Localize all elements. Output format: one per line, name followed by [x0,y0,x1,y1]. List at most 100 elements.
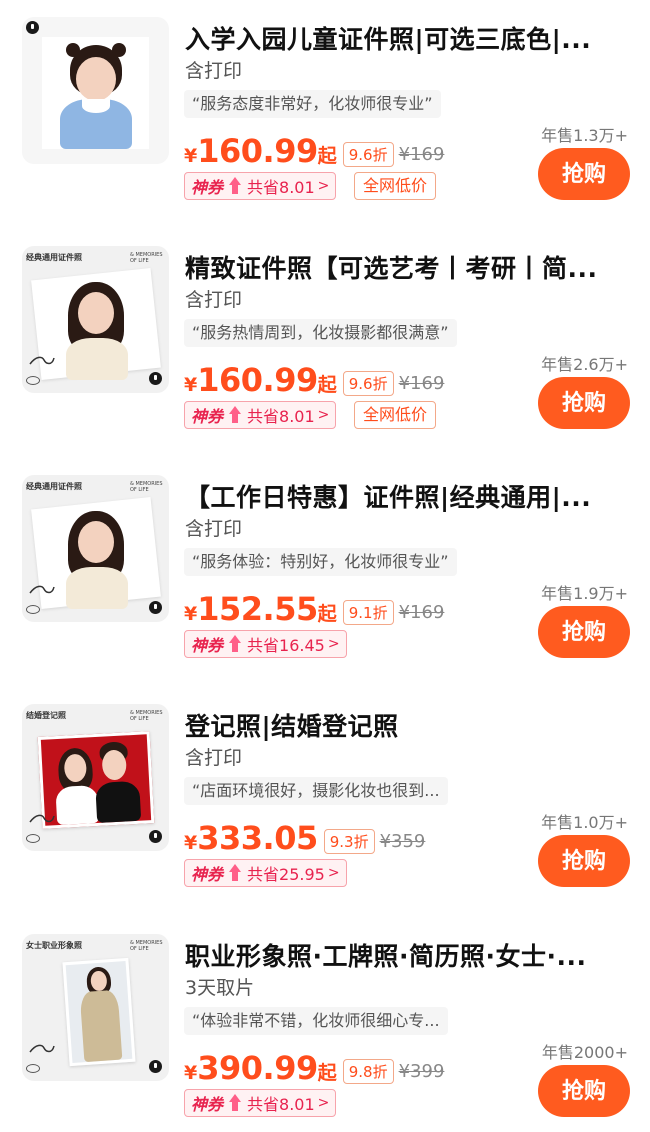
coupon-badge[interactable]: 神券 共省25.95 > [184,859,347,887]
currency-symbol: ¥ [184,145,198,167]
info-icon [149,372,162,385]
info-icon [26,21,39,34]
price-row: ¥ 160.99 起 9.6折 ¥169 [184,132,444,172]
product-title[interactable]: 登记照|结婚登记照 [185,707,625,743]
original-price: ¥399 [398,1060,445,1082]
price-suffix: 起 [317,1062,337,1084]
coupon-savings: 共省8.01 [247,178,315,197]
product-thumbnail[interactable] [22,17,169,164]
price-suffix: 起 [317,374,337,396]
buy-button[interactable]: 抢购 [538,835,630,887]
product-thumbnail[interactable]: 经典通用证件照 & MEMORIES OF LIFE [22,475,169,622]
signature-icon [29,585,55,594]
thumbnail-title: 经典通用证件照 [26,482,82,491]
coupon-label: 神券 [191,407,224,426]
chevron-right-icon: > [327,865,340,881]
info-icon [149,601,162,614]
price-suffix: 起 [317,603,337,625]
product-card[interactable]: 经典通用证件照 & MEMORIES OF LIFE 精致证件照【可选艺考丨考研… [0,229,650,429]
discount-badge: 9.6折 [342,370,394,396]
currency-symbol: ¥ [184,603,198,625]
review-snippet: “服务体验：特别好，化妆师很专业” [184,548,457,576]
signature-icon [29,814,55,823]
price-row: ¥ 152.55 起 9.1折 ¥169 [184,590,444,630]
price: 390.99 [197,1049,318,1087]
price-row: ¥ 160.99 起 9.6折 ¥169 [184,361,444,401]
studio-logo [26,834,40,843]
discount-badge: 9.6折 [342,141,394,167]
arrow-up-icon [227,864,242,882]
studio-logo [26,376,40,385]
discount-badge: 9.3折 [323,828,375,854]
review-snippet: “店面环境很好，摄影化妆也很到... [184,777,448,805]
product-title[interactable]: 入学入园儿童证件照|可选三底色|... [185,20,625,56]
currency-symbol: ¥ [184,374,198,396]
product-subtitle: 含打印 [185,60,243,82]
coupon-badge[interactable]: 神券 共省8.01 > [184,401,337,429]
buy-button[interactable]: 抢购 [538,606,630,658]
product-card[interactable]: 女士职业形象照 & MEMORIES OF LIFE 职业形象照·工牌照·简历照… [0,917,650,1117]
thumbnail-title: 经典通用证件照 [26,253,82,262]
lowest-price-badge: 全网低价 [354,401,437,429]
chevron-right-icon: > [317,407,330,423]
product-thumbnail[interactable]: 经典通用证件照 & MEMORIES OF LIFE [22,246,169,393]
coupon-savings: 共省8.01 [247,407,315,426]
thumbnail-subtitle: & MEMORIES OF LIFE [130,481,163,493]
product-thumbnail[interactable]: 结婚登记照 & MEMORIES OF LIFE [22,704,169,851]
review-snippet: “体验非常不错，化妆师很细心专... [184,1007,448,1035]
lowest-price-badge: 全网低价 [354,172,437,200]
photo-sheet [62,957,136,1067]
annual-sales: 年售2.6万+ [541,355,628,374]
thumbnail-subtitle: & MEMORIES OF LIFE [130,940,163,952]
annual-sales: 年售1.9万+ [541,584,628,603]
thumbnail-subtitle: & MEMORIES OF LIFE [130,252,163,264]
signature-icon [29,356,55,365]
coupon-savings: 共省25.95 [247,865,325,884]
original-price: ¥169 [398,601,445,623]
product-card[interactable]: 结婚登记照 & MEMORIES OF LIFE 登记照|结婚登记照 含打印 “… [0,687,650,887]
coupon-label: 神券 [191,636,224,655]
woman-portrait [62,282,132,382]
coupon-badge[interactable]: 神券 共省8.01 > [184,1089,337,1117]
coupon-badge[interactable]: 神券 共省16.45 > [184,630,347,658]
product-title[interactable]: 精致证件照【可选艺考丨考研丨简... [185,249,625,285]
chevron-right-icon: > [317,1095,330,1111]
price-row: ¥ 333.05 9.3折 ¥359 [184,819,425,859]
original-price: ¥169 [398,372,445,394]
discount-badge: 9.8折 [342,1058,394,1084]
product-title[interactable]: 职业形象照·工牌照·简历照·女士·... [185,937,625,973]
product-title[interactable]: 【工作日特惠】证件照|经典通用|... [185,478,625,514]
product-card[interactable]: 入学入园儿童证件照|可选三底色|... 含打印 “服务态度非常好，化妆师很专业”… [0,0,650,200]
studio-logo [26,1064,40,1073]
product-subtitle: 含打印 [185,518,243,540]
chevron-right-icon: > [317,178,330,194]
currency-symbol: ¥ [184,832,198,854]
product-subtitle: 含打印 [185,289,243,311]
arrow-up-icon [227,406,242,424]
annual-sales: 年售1.3万+ [541,126,628,145]
coupon-badge[interactable]: 神券 共省8.01 > [184,172,337,200]
product-thumbnail[interactable]: 女士职业形象照 & MEMORIES OF LIFE [22,934,169,1081]
price: 333.05 [197,819,318,857]
child-photo [42,37,149,149]
studio-logo [26,605,40,614]
thumbnail-title: 结婚登记照 [26,711,66,720]
woman-portrait [62,511,132,611]
arrow-up-icon [227,635,242,653]
price: 160.99 [197,132,318,170]
annual-sales: 年售2000+ [541,1043,628,1062]
product-card[interactable]: 经典通用证件照 & MEMORIES OF LIFE 【工作日特惠】证件照|经典… [0,458,650,658]
info-icon [149,1060,162,1073]
buy-button[interactable]: 抢购 [538,1065,630,1117]
chevron-right-icon: > [327,636,340,652]
buy-button[interactable]: 抢购 [538,148,630,200]
coupon-label: 神券 [191,178,224,197]
review-snippet: “服务热情周到，化妆摄影都很满意” [184,319,457,347]
discount-badge: 9.1折 [342,599,394,625]
info-icon [149,830,162,843]
buy-button[interactable]: 抢购 [538,377,630,429]
annual-sales: 年售1.0万+ [541,813,628,832]
signature-icon [29,1044,55,1053]
review-snippet: “服务态度非常好，化妆师很专业” [184,90,441,118]
price-row: ¥ 390.99 起 9.8折 ¥399 [184,1049,444,1089]
